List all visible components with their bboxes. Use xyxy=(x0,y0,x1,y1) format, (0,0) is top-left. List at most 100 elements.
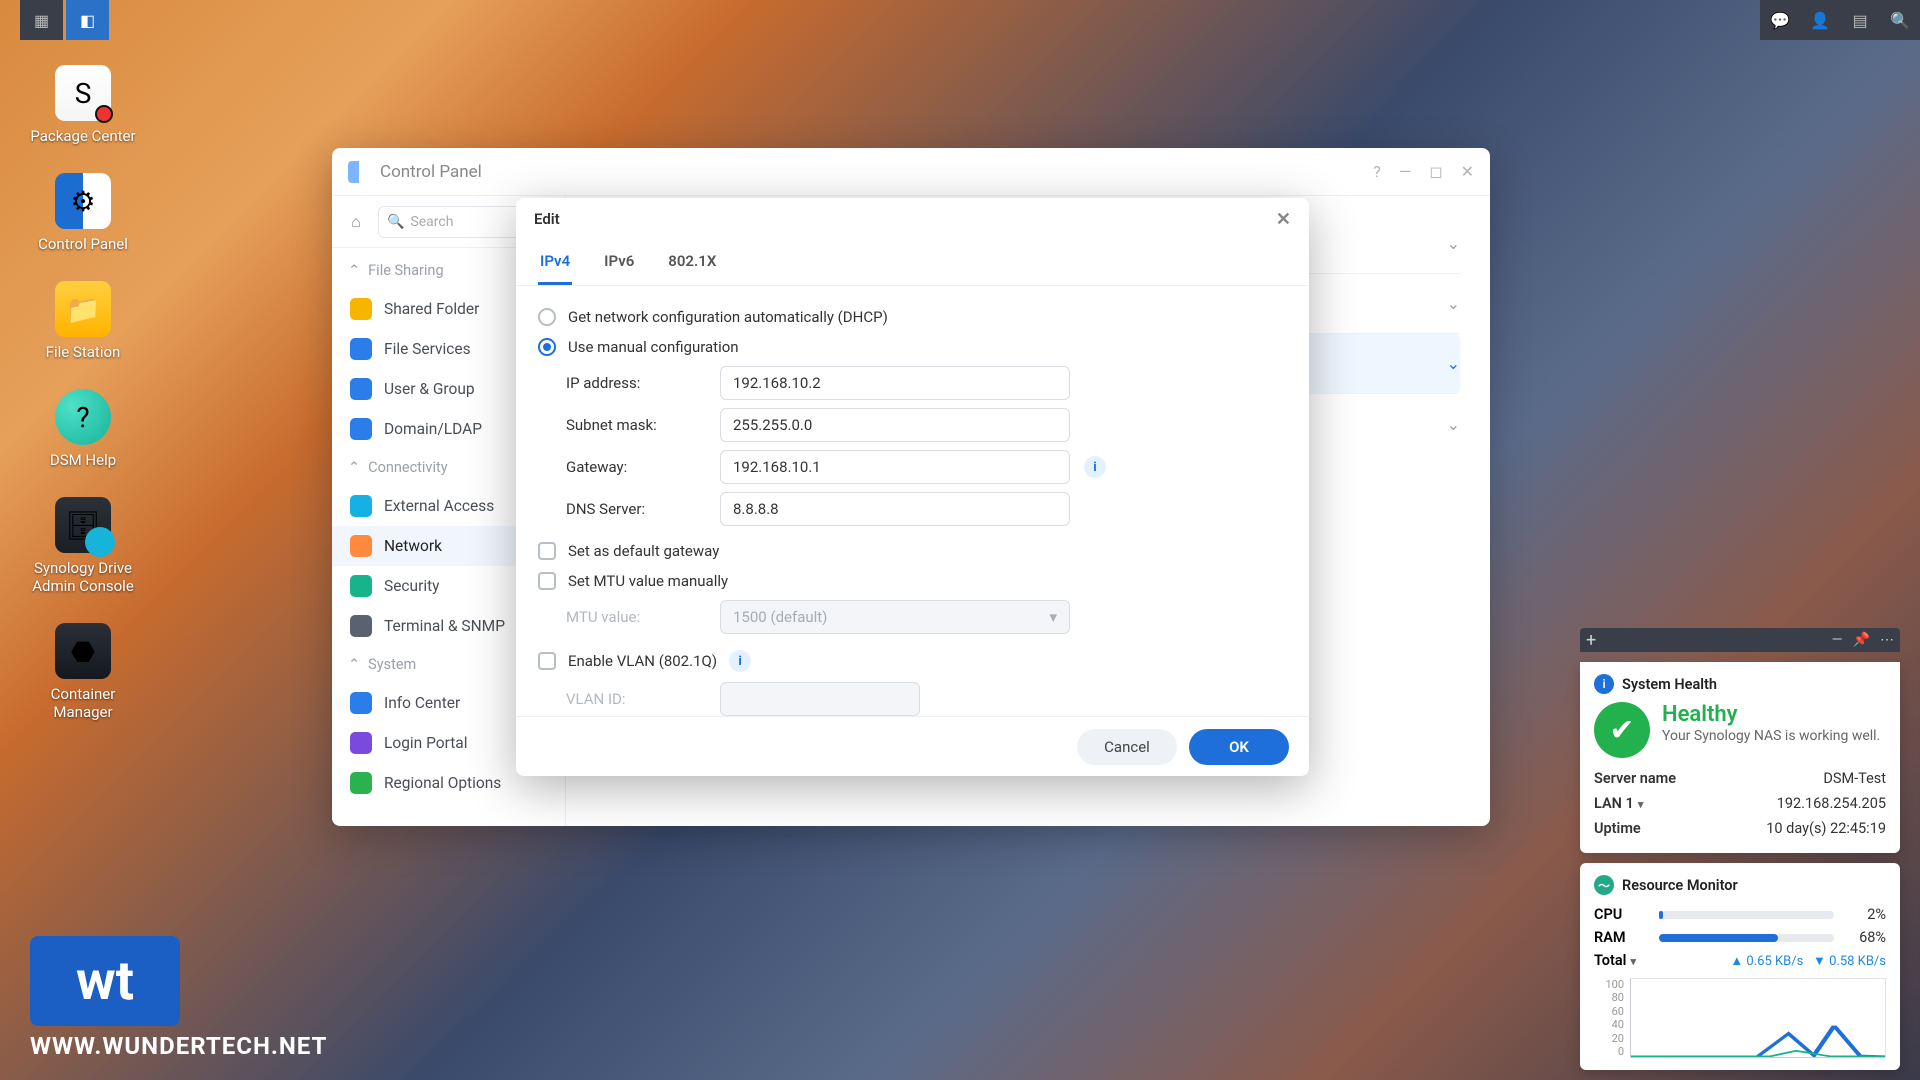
tab-ipv6[interactable]: IPv6 xyxy=(602,240,636,285)
desktop-icon-container-manager[interactable]: ⬣ Container Manager xyxy=(28,623,138,721)
sidebar-item-label: Shared Folder xyxy=(384,300,479,318)
checkbox-default-gateway[interactable] xyxy=(538,542,556,560)
network-icon xyxy=(350,535,372,557)
watermark-url: WWW.WUNDERTECH.NET xyxy=(30,1032,327,1060)
chevron-icon: ⌃ xyxy=(348,262,360,279)
widget-add-icon[interactable]: + xyxy=(1586,630,1596,651)
upload-value: ▲ 0.65 KB/s xyxy=(1730,954,1803,969)
window-minimize-icon[interactable]: — xyxy=(1399,162,1412,181)
mtu-select: 1500 (default) ▾ xyxy=(720,600,1070,634)
mask-input[interactable] xyxy=(720,408,1070,442)
chevron-down-icon[interactable]: ⌄ xyxy=(1447,234,1460,253)
checkbox-default-gateway-label: Set as default gateway xyxy=(568,542,719,560)
cpu-value: 2% xyxy=(1844,906,1886,923)
watermark-logo: wt xyxy=(30,936,180,1026)
widget-title: Resource Monitor xyxy=(1622,877,1738,894)
cancel-button[interactable]: Cancel xyxy=(1077,729,1177,765)
radio-manual[interactable] xyxy=(538,338,556,356)
domain-ldap-icon xyxy=(350,418,372,440)
ram-value: 68% xyxy=(1844,929,1886,946)
edit-modal: Edit ✕ IPv4 IPv6 802.1X Get network config… xyxy=(516,198,1309,776)
radio-manual-label: Use manual configuration xyxy=(568,338,739,356)
ip-label: IP address: xyxy=(566,374,706,392)
chevron-icon: ⌃ xyxy=(348,656,360,673)
health-status: Healthy xyxy=(1662,702,1880,727)
sidebar-item-label: Security xyxy=(384,577,440,595)
checkbox-mtu-label: Set MTU value manually xyxy=(568,572,728,590)
tab-ipv4[interactable]: IPv4 xyxy=(538,240,572,285)
system-health-widget: iSystem Health ✔ Healthy Your Synology N… xyxy=(1580,662,1900,853)
desktop-icon-label: Synology Drive Admin Console xyxy=(28,559,138,595)
ip-input[interactable] xyxy=(720,366,1070,400)
window-maximize-icon[interactable]: ◻ xyxy=(1429,162,1442,181)
download-value: ▼ 0.58 KB/s xyxy=(1813,954,1886,969)
info-icon[interactable]: i xyxy=(1084,456,1106,478)
modal-title: Edit xyxy=(534,210,560,228)
container-manager-icon: ⬣ xyxy=(55,623,111,679)
taskbar-widgets-icon[interactable]: ▤ xyxy=(1840,0,1880,40)
synology-drive-icon: 🗄 xyxy=(55,497,111,553)
desktop-icon-control-panel[interactable]: ⚙ Control Panel xyxy=(28,173,138,253)
external-access-icon xyxy=(350,495,372,517)
watermark: wt WWW.WUNDERTECH.NET xyxy=(30,936,327,1060)
chevron-down-icon[interactable]: ⌄ xyxy=(1447,354,1460,373)
checkbox-vlan[interactable] xyxy=(538,652,556,670)
desktop-icon-label: Container Manager xyxy=(28,685,138,721)
gateway-input[interactable] xyxy=(720,450,1070,484)
desktop-icon-synology-drive[interactable]: 🗄 Synology Drive Admin Console xyxy=(28,497,138,595)
health-row: Server name DSM-Test xyxy=(1594,766,1886,791)
search-icon: 🔍 xyxy=(387,214,404,230)
cpu-bar xyxy=(1659,911,1834,919)
info-icon: i xyxy=(1594,674,1614,694)
control-panel-icon xyxy=(348,161,370,183)
sidebar-item-label: Domain/LDAP xyxy=(384,420,482,438)
tab-8021x[interactable]: 802.1X xyxy=(666,240,718,285)
close-icon[interactable]: ✕ xyxy=(1276,209,1291,230)
ram-bar xyxy=(1659,934,1834,942)
search-placeholder: Search xyxy=(410,214,453,230)
window-close-icon[interactable]: ✕ xyxy=(1461,162,1474,181)
widget-minimize-icon[interactable]: — xyxy=(1832,632,1843,648)
health-row: Uptime 10 day(s) 22:45:19 xyxy=(1594,816,1886,841)
taskbar-dashboard-button[interactable]: ◧ xyxy=(66,0,109,40)
desktop-icon-label: File Station xyxy=(46,343,121,361)
mask-label: Subnet mask: xyxy=(566,416,706,434)
dns-input[interactable] xyxy=(720,492,1070,526)
dsm-help-icon: ? xyxy=(55,389,111,445)
radio-dhcp-label: Get network configuration automatically … xyxy=(568,308,888,326)
window-help-icon[interactable]: ? xyxy=(1373,162,1381,181)
user-group-icon xyxy=(350,378,372,400)
cpu-label: CPU xyxy=(1594,906,1649,923)
sidebar-item-label: Network xyxy=(384,537,442,555)
desktop-icon-file-station[interactable]: 📁 File Station xyxy=(28,281,138,361)
info-icon[interactable]: i xyxy=(729,650,751,672)
sidebar-item-label: Login Portal xyxy=(384,734,468,752)
chevron-down-icon[interactable]: ⌄ xyxy=(1447,415,1460,434)
sidebar-item-label: File Services xyxy=(384,340,471,358)
widget-bar: + — 📌 ⋯ xyxy=(1580,628,1900,652)
home-icon[interactable]: ⌂ xyxy=(342,208,370,236)
taskbar-search-icon[interactable]: 🔍 xyxy=(1880,0,1920,40)
taskbar-apps-button[interactable]: ▦ xyxy=(20,0,63,40)
checkbox-vlan-label: Enable VLAN (802.1Q) xyxy=(568,652,717,670)
desktop-icon-dsm-help[interactable]: ? DSM Help xyxy=(28,389,138,469)
control-panel-icon: ⚙ xyxy=(55,173,111,229)
widget-pin-icon[interactable]: 📌 xyxy=(1853,632,1870,648)
radio-dhcp[interactable] xyxy=(538,308,556,326)
monitor-icon: 〜 xyxy=(1594,875,1614,895)
taskbar-chat-icon[interactable]: 💬 xyxy=(1760,0,1800,40)
health-row: LAN 1▾ 192.168.254.205 xyxy=(1594,791,1886,816)
checkbox-mtu-manual[interactable] xyxy=(538,572,556,590)
package-center-icon: S xyxy=(55,65,111,121)
taskbar-user-icon[interactable]: 👤 xyxy=(1800,0,1840,40)
chevron-down-icon[interactable]: ⌄ xyxy=(1447,294,1460,313)
desktop-icon-package-center[interactable]: S Package Center xyxy=(28,65,138,145)
shared-folder-icon xyxy=(350,298,372,320)
widget-menu-icon[interactable]: ⋯ xyxy=(1880,632,1894,648)
file-station-icon: 📁 xyxy=(55,281,111,337)
sidebar-item-label: Terminal & SNMP xyxy=(384,617,505,635)
desktop-icon-label: Control Panel xyxy=(38,235,128,253)
vlan-id-label: VLAN ID: xyxy=(566,690,706,708)
ok-button[interactable]: OK xyxy=(1189,729,1289,765)
security-icon xyxy=(350,575,372,597)
